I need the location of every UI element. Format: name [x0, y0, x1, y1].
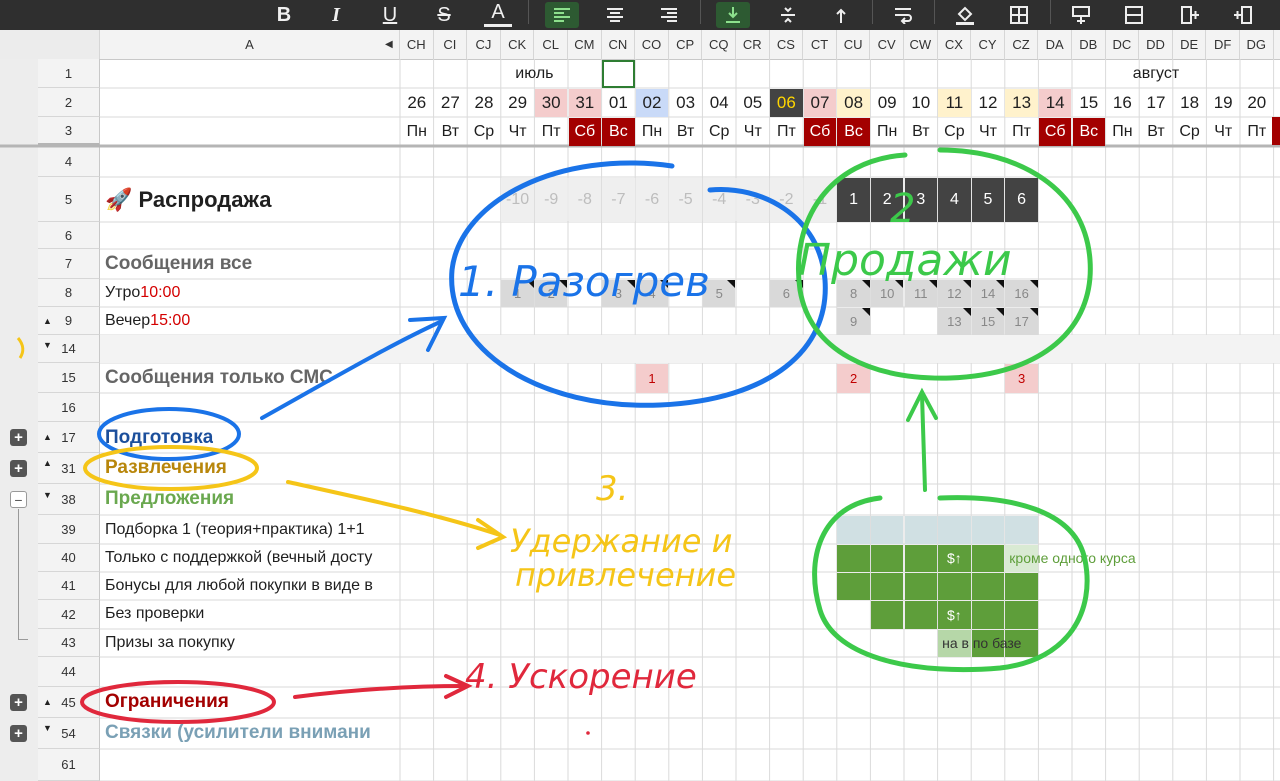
red-arrow-line — [293, 684, 467, 699]
handwritten-annotations: 1. Разогрев Продажи 2 3. Удержание и при… — [16, 147, 1093, 735]
annotation-retention-2: привлечение — [515, 556, 736, 594]
yellow-circle-entertainment — [83, 445, 259, 491]
annotation-retention-1: Удержание и — [510, 522, 732, 560]
annotation-three: 3. — [596, 469, 628, 509]
annotation-warmup: 1. Разогрев — [458, 257, 710, 306]
yellow-arrow-line — [286, 480, 502, 537]
annotation-acceleration: 4. Ускорение — [465, 657, 697, 697]
red-dot — [586, 731, 590, 735]
annotation-sales: Продажи — [798, 235, 1012, 286]
annotation-sales-number: 2 — [890, 186, 915, 232]
green-arrow-line — [920, 393, 927, 492]
red-circle-limits — [80, 680, 276, 724]
blue-arrow-line — [260, 320, 442, 420]
yellow-mark — [16, 337, 25, 359]
offer-note-cell[interactable]: на в по базе — [938, 629, 1021, 657]
